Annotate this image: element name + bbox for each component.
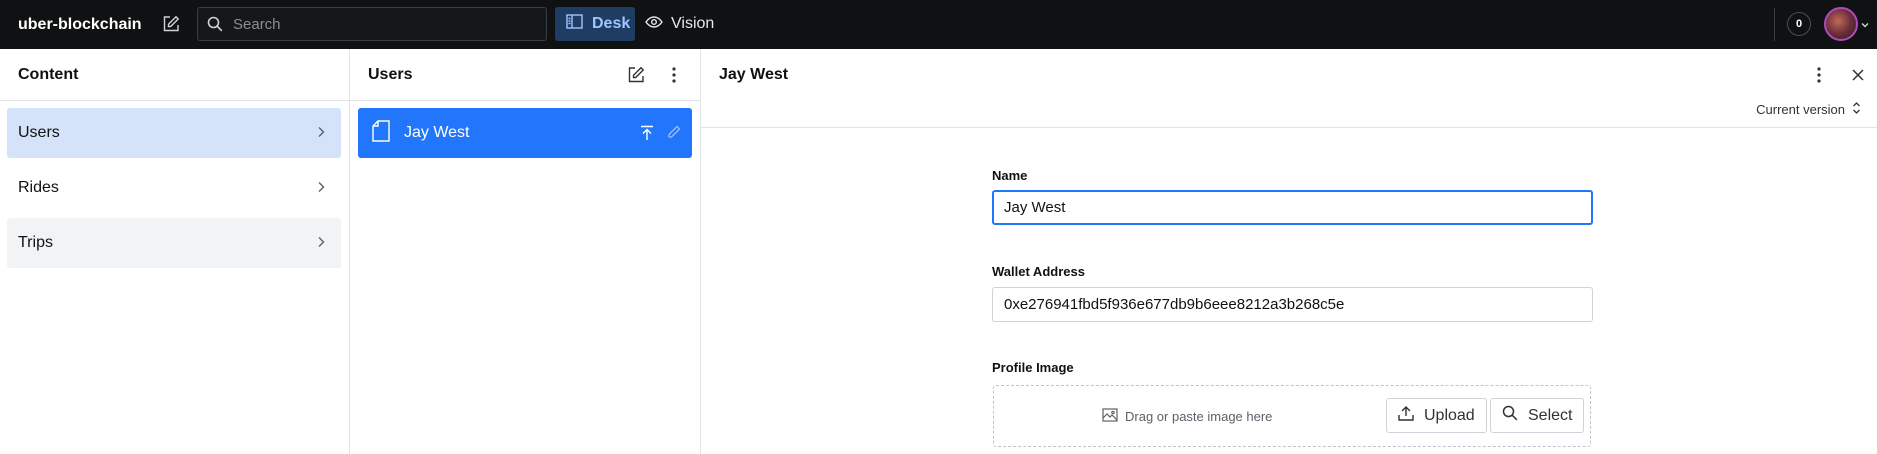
search-box[interactable] <box>197 7 547 41</box>
upload-button[interactable]: Upload <box>1386 398 1487 433</box>
tool-desk-label: Desk <box>592 15 631 32</box>
nav-item-label: Rides <box>18 179 59 196</box>
select-button[interactable]: Select <box>1490 398 1585 433</box>
tool-desk[interactable]: Desk <box>555 7 635 41</box>
pane-title: Users <box>368 65 413 83</box>
nav-item-label: Users <box>18 124 60 141</box>
content-pane: Content Users Rides Trips <box>0 49 350 454</box>
image-dropzone[interactable]: Drag or paste image here Upload Select <box>993 385 1591 447</box>
tool-vision-label: Vision <box>671 15 715 32</box>
close-icon[interactable] <box>1846 63 1870 87</box>
users-pane-header: Users <box>350 49 700 101</box>
edit-icon[interactable] <box>667 125 681 144</box>
compose-icon[interactable] <box>160 13 182 35</box>
search-icon <box>1502 405 1518 426</box>
document-title: Jay West <box>719 66 789 83</box>
more-menu-icon[interactable] <box>1807 63 1831 87</box>
nav-item-rides[interactable]: Rides <box>7 163 341 213</box>
eye-icon <box>645 15 663 33</box>
more-menu-icon[interactable] <box>662 63 686 87</box>
pane-title: Content <box>18 65 79 83</box>
desk-icon <box>566 14 583 34</box>
chevron-right-icon <box>314 180 328 199</box>
tool-vision[interactable]: Vision <box>645 7 714 41</box>
search-icon <box>207 16 223 32</box>
chevron-up-down-icon <box>1852 101 1861 118</box>
wallet-address-field[interactable] <box>992 287 1593 322</box>
name-field-label: Name <box>992 168 1028 183</box>
select-label: Select <box>1528 406 1573 424</box>
chevron-right-icon <box>314 235 328 254</box>
document-icon <box>372 119 390 147</box>
dropzone-hint: Drag or paste image here <box>1102 408 1272 425</box>
top-navbar: uber-blockchain Desk Vision 0 <box>0 0 1877 49</box>
chevron-right-icon <box>314 125 328 144</box>
users-pane: Users Jay West <box>350 49 701 454</box>
nav-item-users[interactable]: Users <box>7 108 341 158</box>
name-field[interactable] <box>992 190 1593 225</box>
version-selector[interactable]: Current version <box>1756 101 1861 118</box>
user-avatar[interactable] <box>1824 7 1858 41</box>
image-icon <box>1102 408 1118 425</box>
document-pane-header: Jay West Current version <box>701 49 1877 128</box>
topbar-divider <box>1774 8 1775 41</box>
publish-icon[interactable] <box>640 125 654 146</box>
version-label: Current version <box>1756 102 1845 117</box>
profile-image-label: Profile Image <box>992 360 1074 375</box>
document-title: Jay West <box>404 124 470 141</box>
dropzone-hint-text: Drag or paste image here <box>1125 409 1273 424</box>
document-list-item[interactable]: Jay West <box>358 108 692 158</box>
search-input[interactable] <box>233 15 533 33</box>
project-title[interactable]: uber-blockchain <box>18 16 142 34</box>
nav-item-trips[interactable]: Trips <box>7 218 341 268</box>
compose-icon[interactable] <box>624 63 648 87</box>
content-pane-header: Content <box>0 49 349 101</box>
chevron-down-icon[interactable] <box>1860 17 1870 34</box>
nav-item-label: Trips <box>18 234 53 251</box>
wallet-address-label: Wallet Address <box>992 264 1085 279</box>
upload-icon <box>1398 405 1414 426</box>
notification-badge[interactable]: 0 <box>1787 12 1811 36</box>
upload-label: Upload <box>1424 406 1475 424</box>
